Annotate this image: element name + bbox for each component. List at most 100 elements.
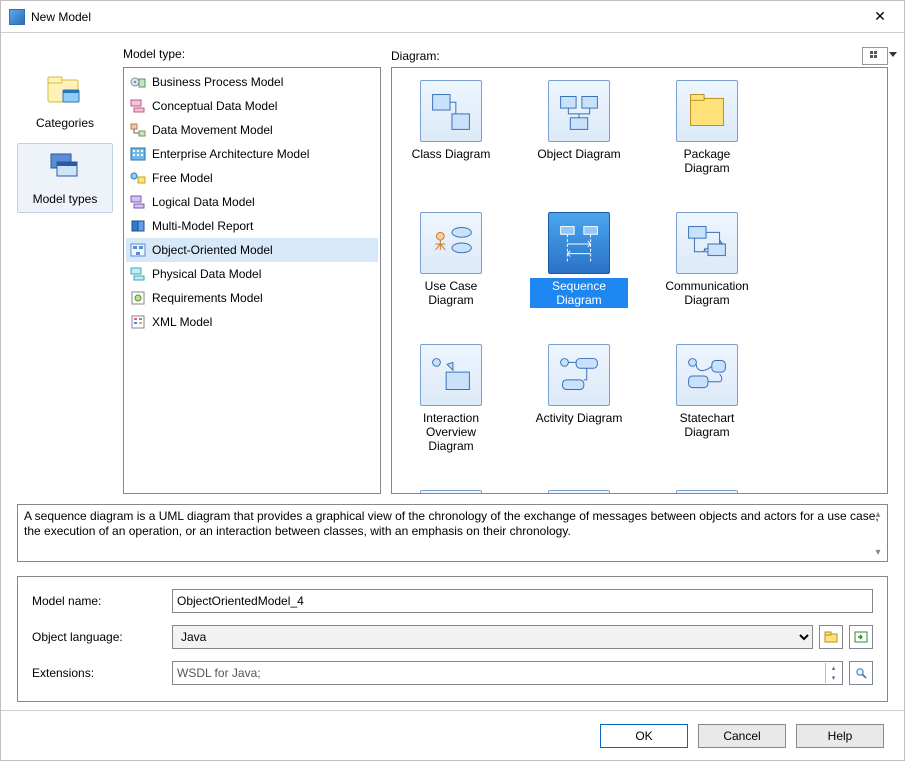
diagram-item[interactable]: Use Case Diagram	[402, 212, 500, 308]
description-box: A sequence diagram is a UML diagram that…	[17, 504, 888, 562]
diagram-icon	[676, 212, 738, 274]
model-type-label: Logical Data Model	[152, 195, 255, 209]
diagram-item[interactable]: Statechart Diagram	[658, 344, 756, 454]
model-type-item[interactable]: Physical Data Model	[126, 262, 378, 286]
grid-icon	[870, 51, 880, 61]
nav-model-types[interactable]: Model types	[17, 143, 113, 213]
help-button[interactable]: Help	[796, 724, 884, 748]
diagram-icon	[548, 80, 610, 142]
pink-model-icon	[129, 98, 147, 114]
building-icon	[129, 146, 147, 162]
model-type-item[interactable]: Conceptual Data Model	[126, 94, 378, 118]
model-type-label: Object-Oriented Model	[152, 243, 273, 257]
diagram-item[interactable]: Activity Diagram	[530, 344, 628, 454]
shapes-icon	[129, 170, 147, 186]
diagram-icon	[676, 490, 738, 494]
diagram-icon	[548, 344, 610, 406]
close-button[interactable]: ✕	[858, 2, 902, 32]
spin-down[interactable]: ▾	[825, 673, 841, 683]
diagram-label: Class Diagram	[409, 146, 494, 162]
model-type-label: Enterprise Architecture Model	[152, 147, 309, 161]
nav-label: Categories	[36, 116, 94, 130]
scroll-up[interactable]: ▴	[871, 507, 885, 521]
diagram-item[interactable]: Interaction Overview Diagram	[402, 344, 500, 454]
nav-categories[interactable]: Categories	[17, 67, 113, 137]
arrow-right-icon	[854, 631, 868, 643]
model-type-item[interactable]: Requirements Model	[126, 286, 378, 310]
scroll-down[interactable]: ▾	[871, 545, 885, 559]
diagram-item[interactable]: Deployment Diagram	[658, 490, 756, 494]
model-type-label: Multi-Model Report	[152, 219, 253, 233]
model-type-label: Requirements Model	[152, 291, 263, 305]
description-text: A sequence diagram is a UML diagram that…	[24, 509, 879, 538]
model-name-label: Model name:	[32, 594, 172, 608]
model-type-label: Free Model	[152, 171, 213, 185]
diagram-item[interactable]: Package Diagram	[658, 80, 756, 176]
left-nav: Categories Model types	[17, 47, 113, 494]
object-language-select[interactable]: Java	[172, 625, 813, 649]
model-type-label: Physical Data Model	[152, 267, 261, 281]
model-type-item[interactable]: Data Movement Model	[126, 118, 378, 142]
folder-icon	[824, 631, 838, 643]
folder-icon	[45, 74, 85, 112]
diagram-pane: Class Diagram Object Diagram Package Diagr…	[391, 67, 888, 494]
model-type-item[interactable]: Logical Data Model	[126, 190, 378, 214]
diagram-icon	[548, 212, 610, 274]
model-type-label: XML Model	[152, 315, 212, 329]
diagram-icon	[420, 80, 482, 142]
extensions-label: Extensions:	[32, 666, 172, 680]
embed-toggle-button[interactable]	[849, 625, 873, 649]
oo-model-icon	[129, 242, 147, 258]
model-type-item[interactable]: Object-Oriented Model	[126, 238, 378, 262]
spin-up[interactable]: ▴	[825, 663, 841, 673]
app-icon	[9, 9, 25, 25]
diagram-label: Statechart Diagram	[658, 410, 756, 440]
titlebar: New Model ✕	[1, 1, 904, 33]
diagram-label: Use Case Diagram	[402, 278, 500, 308]
diagram-icon	[420, 490, 482, 494]
model-type-item[interactable]: Enterprise Architecture Model	[126, 142, 378, 166]
diagram-icon	[676, 80, 738, 142]
button-bar: OK Cancel Help	[1, 710, 904, 760]
req-doc-icon	[129, 290, 147, 306]
diagram-item[interactable]: Sequence Diagram	[530, 212, 628, 308]
book-icon	[129, 218, 147, 234]
purple-model-icon	[129, 194, 147, 210]
diagram-label: Diagram:	[391, 49, 440, 63]
stack-icon	[45, 150, 85, 188]
diagram-item[interactable]: Communication Diagram	[658, 212, 756, 308]
form: Model name: Object language: Java	[17, 576, 888, 702]
browse-folder-button[interactable]	[819, 625, 843, 649]
model-name-input[interactable]	[172, 589, 873, 613]
model-type-item[interactable]: Multi-Model Report	[126, 214, 378, 238]
extensions-browse-button[interactable]	[849, 661, 873, 685]
nav-label: Model types	[33, 192, 98, 206]
diagram-icon	[548, 490, 610, 494]
model-types-list[interactable]: Business Process Model Conceptual Data Mo…	[123, 67, 381, 494]
diagram-item[interactable]: Composite Structure Diagram	[530, 490, 628, 494]
diagram-label: Interaction Overview Diagram	[402, 410, 500, 454]
model-type-item[interactable]: XML Model	[126, 310, 378, 334]
xml-doc-icon	[129, 314, 147, 330]
ok-button[interactable]: OK	[600, 724, 688, 748]
view-toggle[interactable]	[862, 47, 888, 65]
diagram-icon	[420, 344, 482, 406]
extensions-field[interactable]: WSDL for Java; ▴ ▾	[172, 661, 843, 685]
db-model-icon	[129, 266, 147, 282]
gear-doc-icon	[129, 74, 147, 90]
diagram-item[interactable]: Class Diagram	[402, 80, 500, 176]
chevron-down-icon	[889, 52, 897, 57]
model-type-label: Data Movement Model	[152, 123, 273, 137]
diagram-item[interactable]: Object Diagram	[530, 80, 628, 176]
diagram-icon	[420, 212, 482, 274]
model-type-item[interactable]: Free Model	[126, 166, 378, 190]
magnifier-icon	[854, 667, 868, 679]
model-type-item[interactable]: Business Process Model	[126, 70, 378, 94]
diagram-label: Package Diagram	[658, 146, 756, 176]
cancel-button[interactable]: Cancel	[698, 724, 786, 748]
model-type-label: Business Process Model	[152, 75, 283, 89]
diagram-item[interactable]: Component Diagram	[402, 490, 500, 494]
model-type-label: Conceptual Data Model	[152, 99, 277, 113]
diagram-label: Communication Diagram	[658, 278, 756, 308]
window-title: New Model	[31, 10, 858, 24]
